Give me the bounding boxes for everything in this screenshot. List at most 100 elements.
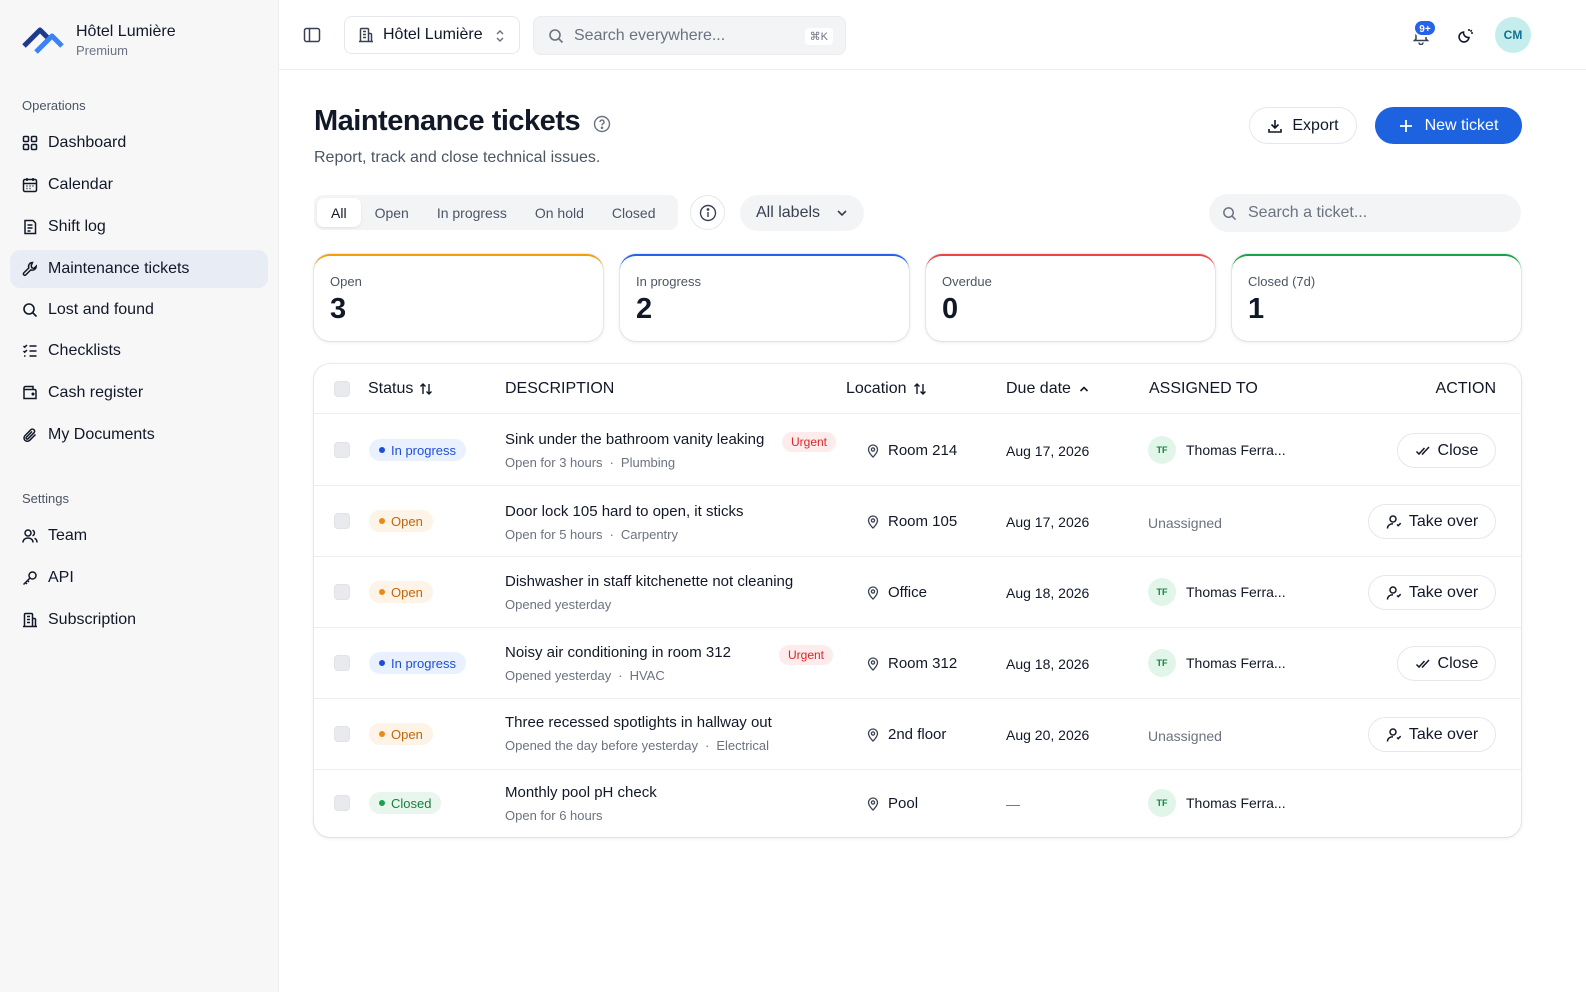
- sidebar-item-lost-and-found[interactable]: Lost and found: [10, 291, 268, 329]
- stat-value: 3: [330, 293, 347, 325]
- assignee-name: Thomas Ferra...: [1186, 795, 1286, 811]
- sidebar-item-label: Maintenance tickets: [48, 260, 190, 277]
- ticket-age: Open for 3 hours: [505, 455, 603, 470]
- sidebar-item-checklists[interactable]: Checklists: [10, 332, 268, 370]
- status-badge: In progress: [369, 439, 467, 461]
- table-row[interactable]: Closed Monthly pool pH check Open for 6 …: [314, 770, 1521, 837]
- sidebar-item-label: My Documents: [48, 426, 155, 443]
- sidebar-item-cash-register[interactable]: Cash register: [10, 374, 268, 412]
- avatar: TF: [1148, 649, 1176, 677]
- ticket-search[interactable]: [1209, 194, 1521, 232]
- map-pin-icon: [867, 727, 879, 742]
- sort-icon: [913, 383, 926, 395]
- theme-toggle-icon[interactable]: [1457, 27, 1475, 45]
- new-ticket-button[interactable]: New ticket: [1375, 107, 1522, 144]
- ticket-meta: Open for 5 hours · Carpentry: [505, 527, 678, 542]
- close-ticket-button[interactable]: Close: [1397, 433, 1496, 468]
- tab-on-hold[interactable]: On hold: [521, 198, 598, 227]
- sidebar-item-label: Dashboard: [48, 134, 127, 151]
- sidebar-item-dashboard[interactable]: Dashboard: [10, 124, 268, 162]
- avatar: TF: [1148, 578, 1176, 606]
- sidebar-item-subscription[interactable]: Subscription: [10, 601, 268, 639]
- status-tabs: All Open In progress On hold Closed: [314, 195, 678, 230]
- ticket-meta: Open for 3 hours · Plumbing: [505, 455, 676, 470]
- take-over-button[interactable]: Take over: [1368, 575, 1496, 610]
- brand-name: Hôtel Lumière: [76, 23, 176, 40]
- table-row[interactable]: In progress Noisy air conditioning in ro…: [314, 628, 1521, 699]
- close-ticket-button[interactable]: Close: [1397, 646, 1496, 681]
- status-label: Closed: [391, 795, 432, 811]
- action-label: Take over: [1408, 725, 1479, 743]
- ticket-due-date: Aug 17, 2026: [1006, 443, 1090, 459]
- nav-section-operations: Operations: [22, 98, 86, 113]
- table-row[interactable]: Open Door lock 105 hard to open, it stic…: [314, 486, 1521, 557]
- calendar-icon: [22, 178, 38, 193]
- tab-closed[interactable]: Closed: [598, 198, 670, 227]
- stat-card-closed-7d: Closed (7d) 1: [1232, 254, 1521, 341]
- sidebar-item-team[interactable]: Team: [10, 517, 268, 555]
- ticket-title[interactable]: Door lock 105 hard to open, it sticks: [505, 503, 743, 520]
- help-icon[interactable]: [593, 115, 611, 133]
- sidebar-item-api[interactable]: API: [10, 559, 268, 597]
- row-checkbox[interactable]: [334, 584, 350, 600]
- column-assigned-to: ASSIGNED TO: [1149, 380, 1258, 398]
- user-avatar[interactable]: CM: [1495, 17, 1531, 53]
- assignee-name: Thomas Ferra...: [1186, 584, 1286, 600]
- stat-label: Open: [330, 274, 362, 289]
- tab-in-progress[interactable]: In progress: [423, 198, 521, 227]
- ticket-assignee: TF Thomas Ferra...: [1148, 649, 1286, 677]
- chevron-up-down-icon: [496, 29, 504, 43]
- export-button[interactable]: Export: [1249, 107, 1357, 144]
- take-over-button[interactable]: Take over: [1368, 717, 1496, 752]
- sidebar-item-maintenance-tickets[interactable]: Maintenance tickets: [10, 250, 268, 288]
- hotel-selector[interactable]: Hôtel Lumière: [344, 16, 520, 54]
- ticket-search-input[interactable]: [1248, 204, 1488, 222]
- sidebar-item-shift-log[interactable]: Shift log: [10, 208, 268, 246]
- table-row[interactable]: Open Three recessed spotlights in hallwa…: [314, 699, 1521, 770]
- search-icon: [1223, 206, 1237, 220]
- hotel-selector-label: Hôtel Lumière: [383, 26, 483, 43]
- labels-select-value: All labels: [756, 204, 821, 221]
- row-checkbox[interactable]: [334, 513, 350, 529]
- column-location-label: Location: [846, 380, 907, 397]
- column-location[interactable]: Location: [846, 380, 927, 398]
- select-all-checkbox[interactable]: [334, 381, 350, 397]
- assignee-name: Unassigned: [1148, 728, 1222, 744]
- paperclip-icon: [23, 428, 37, 442]
- stat-label: In progress: [636, 274, 702, 289]
- global-search[interactable]: ⌘K: [533, 16, 846, 55]
- sidebar-item-label: Cash register: [48, 384, 144, 401]
- ticket-age: Opened yesterday: [505, 597, 612, 612]
- brand[interactable]: Hôtel Lumière Premium: [22, 22, 176, 59]
- global-search-input[interactable]: [574, 26, 794, 45]
- column-status[interactable]: Status: [368, 380, 433, 398]
- ticket-title[interactable]: Three recessed spotlights in hallway out: [505, 714, 772, 731]
- row-checkbox[interactable]: [334, 795, 350, 811]
- sidebar-item-my-documents[interactable]: My Documents: [10, 416, 268, 454]
- row-checkbox[interactable]: [334, 655, 350, 671]
- sidebar-toggle-icon[interactable]: [303, 26, 321, 44]
- sort-icon: [420, 383, 433, 395]
- take-over-button[interactable]: Take over: [1368, 504, 1496, 539]
- row-checkbox[interactable]: [334, 726, 350, 742]
- ticket-title[interactable]: Sink under the bathroom vanity leaking: [505, 431, 764, 448]
- tab-open[interactable]: Open: [361, 198, 423, 227]
- tab-all[interactable]: All: [317, 198, 361, 227]
- brand-logo-icon: [22, 27, 64, 54]
- column-due-date[interactable]: Due date: [1006, 380, 1091, 398]
- ticket-title[interactable]: Monthly pool pH check: [505, 784, 657, 801]
- nav-section-settings: Settings: [22, 491, 69, 506]
- action-label: Take over: [1408, 512, 1479, 530]
- brand-text: Hôtel Lumière Premium: [76, 22, 176, 59]
- row-checkbox[interactable]: [334, 442, 350, 458]
- double-check-icon: [1415, 445, 1430, 455]
- ticket-assignee: Unassigned: [1148, 515, 1222, 531]
- ticket-title[interactable]: Dishwasher in staff kitchenette not clea…: [505, 573, 793, 590]
- table-row[interactable]: Open Dishwasher in staff kitchenette not…: [314, 557, 1521, 628]
- info-button[interactable]: [690, 195, 725, 230]
- table-row[interactable]: In progress Sink under the bathroom vani…: [314, 415, 1521, 486]
- ticket-title[interactable]: Noisy air conditioning in room 312: [505, 644, 731, 661]
- labels-select[interactable]: All labels: [740, 195, 864, 231]
- sidebar-item-calendar[interactable]: Calendar: [10, 166, 268, 204]
- ticket-assignee: TF Thomas Ferra...: [1148, 578, 1286, 606]
